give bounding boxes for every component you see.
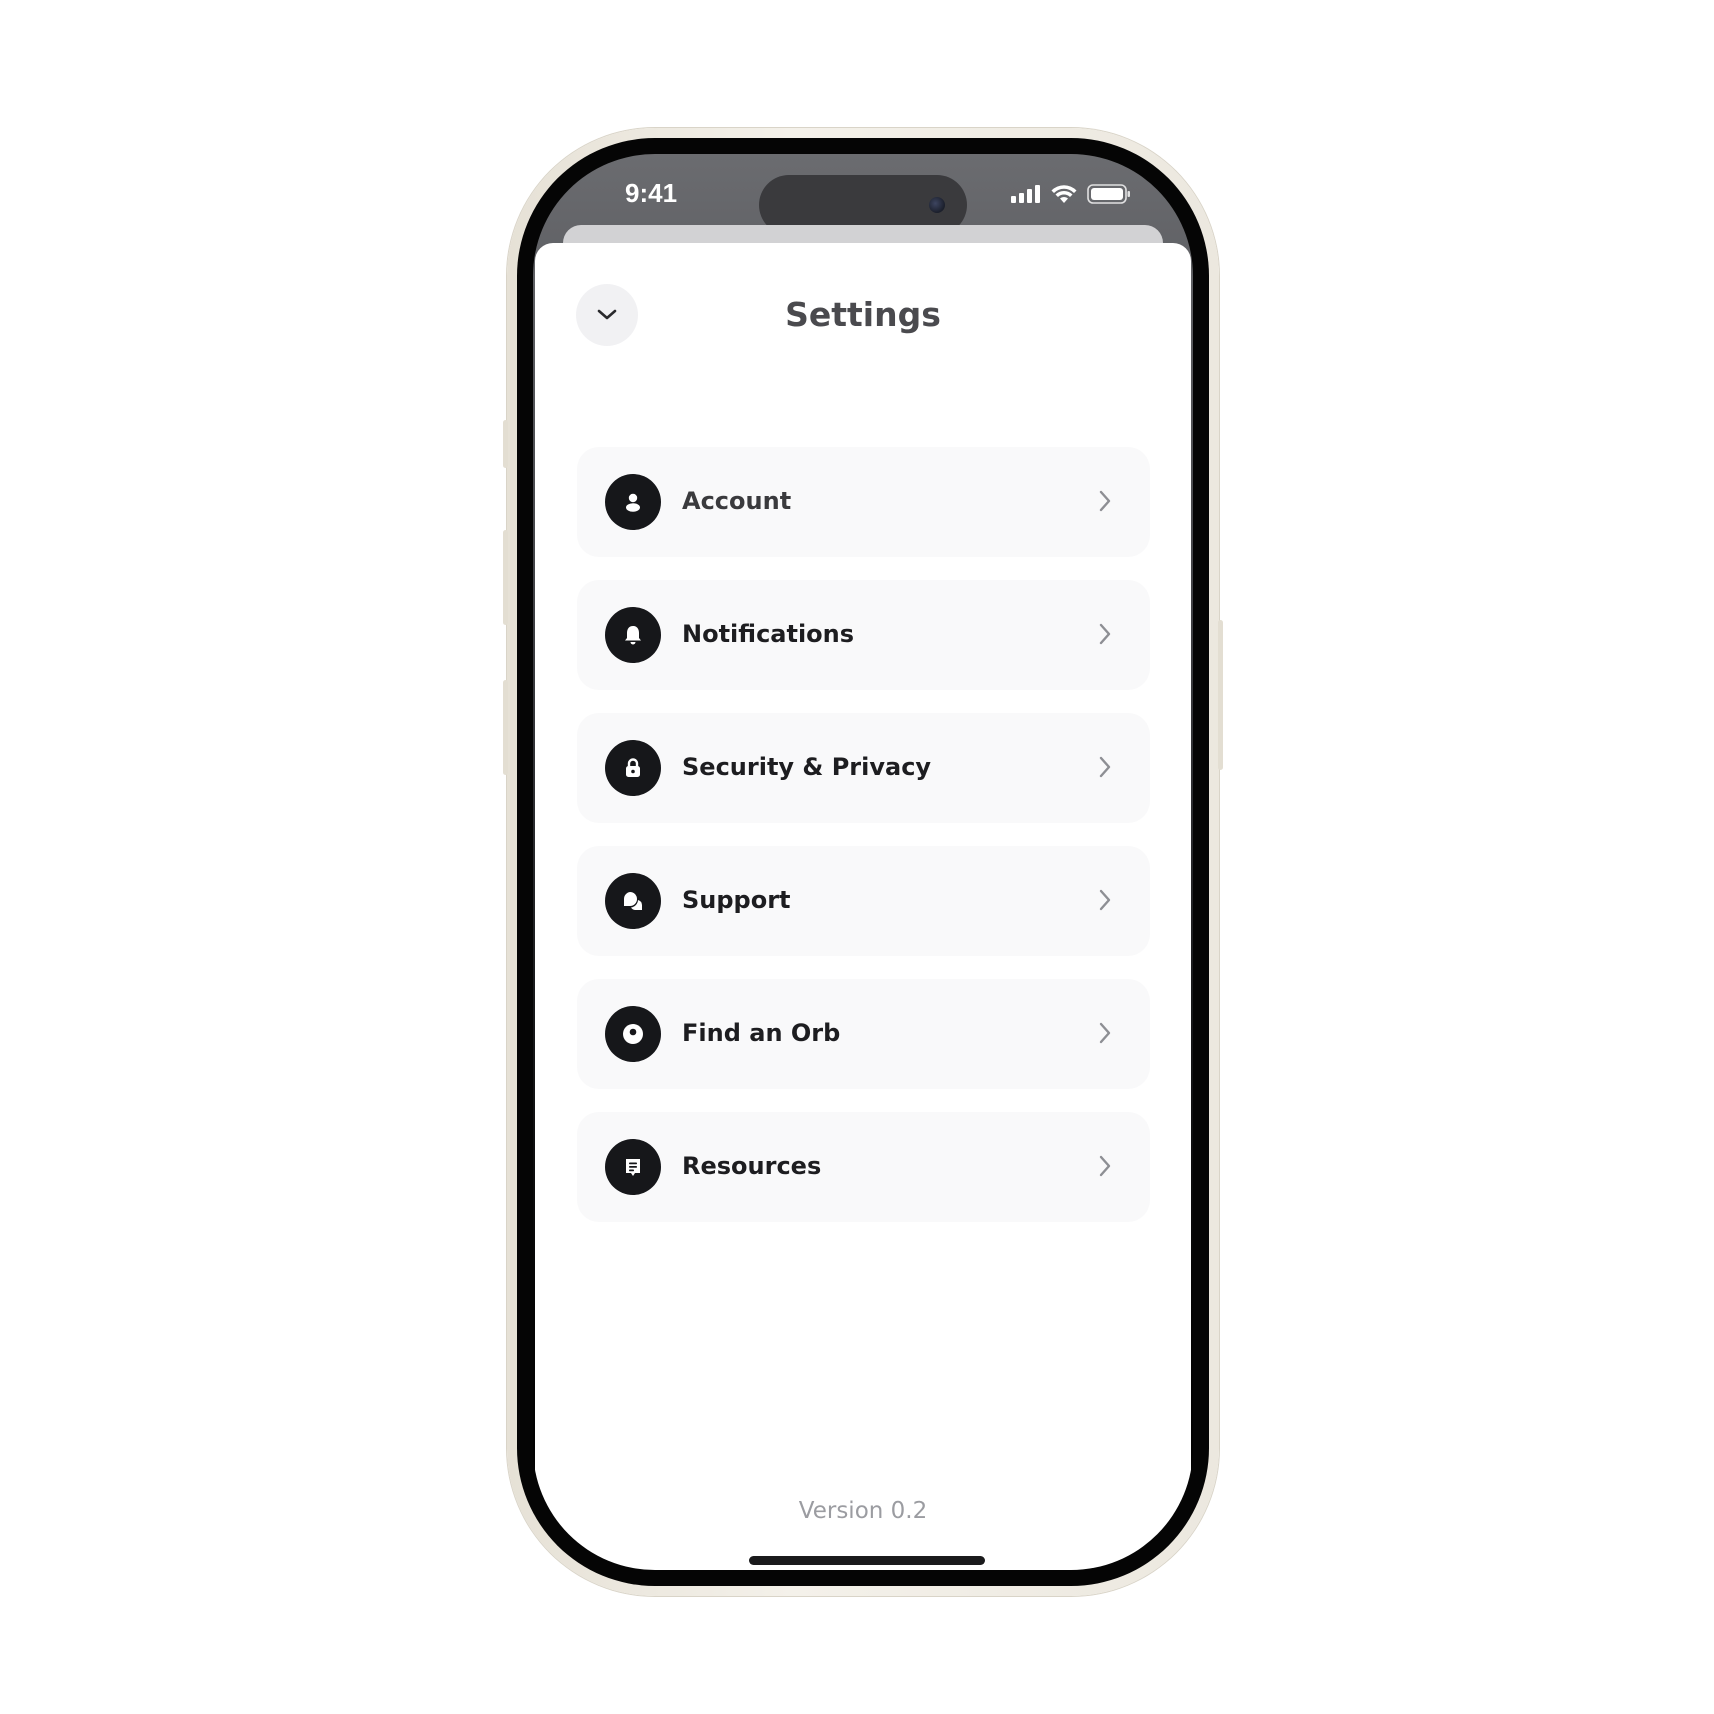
menu-item-notifications[interactable]: Notifications xyxy=(577,580,1150,690)
menu-item-label: Account xyxy=(682,487,792,515)
lock-icon xyxy=(605,740,661,796)
power-button xyxy=(1218,620,1223,770)
menu-item-support[interactable]: Support xyxy=(577,846,1150,956)
phone-screen: 9:41 Settings Account Notifications Secu… xyxy=(533,154,1193,1570)
battery-icon xyxy=(1087,184,1130,204)
status-time: 9:41 xyxy=(625,178,678,208)
menu-item-resources[interactable]: Resources xyxy=(577,1112,1150,1222)
silent-switch xyxy=(503,420,508,468)
settings-menu: Account Notifications Security & Privacy… xyxy=(577,447,1150,1245)
volume-up-button xyxy=(503,530,508,625)
status-icons xyxy=(1011,184,1131,204)
user-icon xyxy=(605,474,661,530)
menu-item-account[interactable]: Account xyxy=(577,447,1150,557)
menu-item-label: Notifications xyxy=(682,620,855,648)
chevron-right-icon xyxy=(1099,623,1111,645)
document-icon xyxy=(605,1139,661,1195)
chevron-right-icon xyxy=(1099,889,1111,911)
bell-icon xyxy=(605,607,661,663)
cellular-signal-icon xyxy=(1011,185,1040,203)
page-title: Settings xyxy=(785,295,941,334)
chevron-right-icon xyxy=(1099,756,1111,778)
chat-bubbles-icon xyxy=(605,873,661,929)
volume-down-button xyxy=(503,680,508,775)
menu-item-label: Security & Privacy xyxy=(682,753,932,781)
menu-item-security-privacy[interactable]: Security & Privacy xyxy=(577,713,1150,823)
chevron-right-icon xyxy=(1099,1022,1111,1044)
menu-item-find-an-orb[interactable]: Find an Orb xyxy=(577,979,1150,1089)
home-indicator[interactable] xyxy=(749,1556,985,1565)
front-camera xyxy=(929,197,945,213)
orb-icon xyxy=(605,1006,661,1062)
device-mockup: 9:41 Settings Account Notifications Secu… xyxy=(0,0,1714,1714)
menu-item-label: Resources xyxy=(682,1152,822,1180)
wifi-icon xyxy=(1051,184,1077,203)
menu-item-label: Find an Orb xyxy=(682,1019,841,1047)
version-label: Version 0.2 xyxy=(798,1498,928,1524)
chevron-right-icon xyxy=(1099,490,1111,512)
menu-item-label: Support xyxy=(682,886,791,914)
settings-sheet: Settings Account Notifications Security … xyxy=(535,243,1191,1570)
chevron-right-icon xyxy=(1099,1155,1111,1177)
